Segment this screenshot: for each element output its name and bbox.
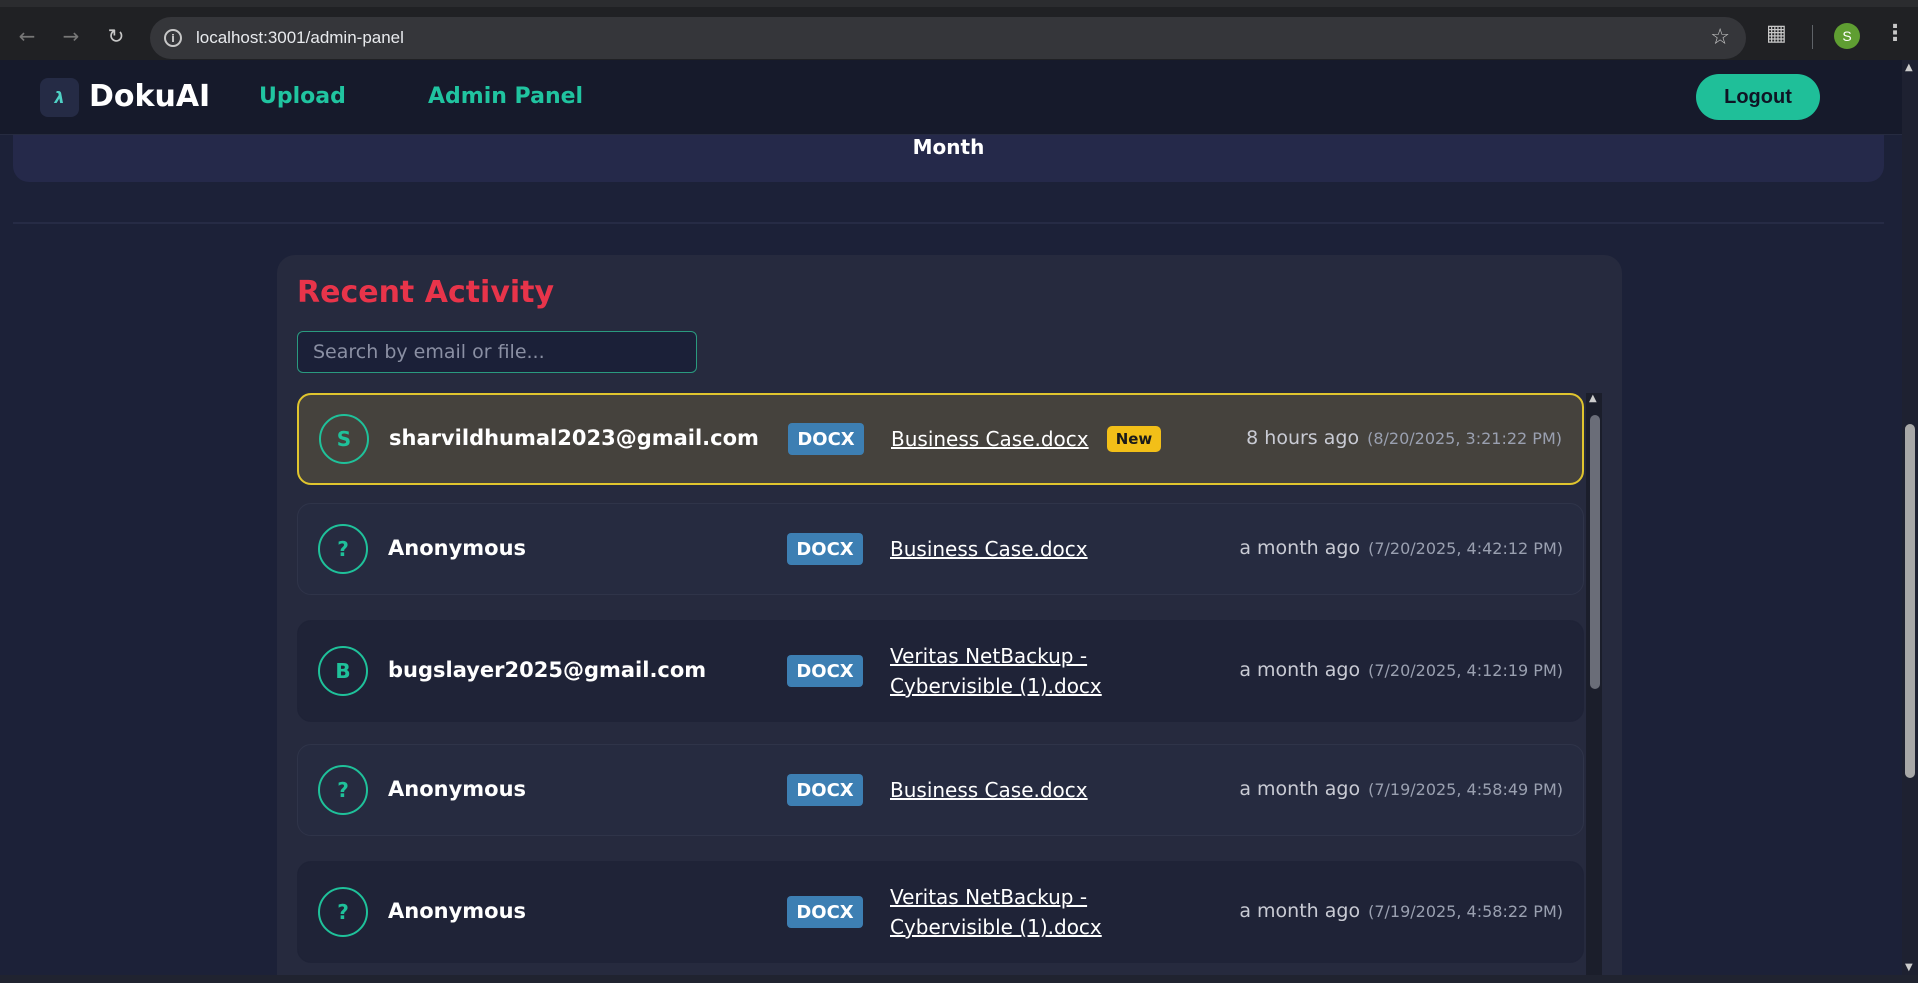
page-scrollbar[interactable]: ▲ ▼ <box>1902 60 1918 975</box>
search-input[interactable] <box>297 331 697 373</box>
file-type-badge: DOCX <box>788 423 864 455</box>
recent-activity-panel: Recent Activity S sharvildhumal2023@gmai… <box>277 255 1622 983</box>
relative-time: a month ago <box>1239 900 1361 922</box>
url-text[interactable]: localhost:3001/admin-panel <box>196 28 404 48</box>
forward-icon[interactable]: → <box>56 21 86 51</box>
toolbar-divider <box>1812 25 1813 49</box>
file-name-line: Cybervisible (1).docx <box>890 674 1102 698</box>
browser-menu-icon[interactable]: ⋮ <box>1884 21 1906 46</box>
user-email: Anonymous <box>388 899 527 923</box>
relative-time: a month ago <box>1239 778 1361 800</box>
user-email: Anonymous <box>388 777 527 801</box>
activity-list-scrollbar[interactable]: ▲ <box>1586 393 1602 983</box>
absolute-time: (8/20/2025, 3:21:22 PM) <box>1367 429 1562 448</box>
file-name-line: Veritas NetBackup - <box>890 885 1088 909</box>
absolute-time: (7/19/2025, 4:58:22 PM) <box>1368 902 1563 921</box>
file-link[interactable]: Business Case.docx <box>890 534 1088 564</box>
bookmark-star-icon[interactable]: ☆ <box>1710 25 1730 50</box>
scroll-up-icon[interactable]: ▲ <box>1905 62 1913 73</box>
address-bar[interactable]: i localhost:3001/admin-panel ☆ <box>150 17 1746 59</box>
extensions-icon[interactable]: ▦ <box>1766 21 1787 46</box>
scroll-up-icon[interactable]: ▲ <box>1589 393 1597 404</box>
activity-row[interactable]: S sharvildhumal2023@gmail.com DOCX Busin… <box>297 393 1584 485</box>
activity-row[interactable]: B bugslayer2025@gmail.com DOCX Veritas N… <box>297 620 1584 722</box>
activity-row[interactable]: ? Anonymous DOCX Veritas NetBackup - Cyb… <box>297 861 1584 963</box>
user-email: Anonymous <box>388 536 527 560</box>
absolute-time: (7/20/2025, 4:12:19 PM) <box>1368 661 1563 680</box>
file-name-line: Cybervisible (1).docx <box>890 915 1102 939</box>
absolute-time: (7/19/2025, 4:58:49 PM) <box>1368 780 1563 799</box>
timestamp: a month ago (7/20/2025, 4:12:19 PM) <box>1239 659 1563 681</box>
logo-icon: λ <box>40 78 79 117</box>
scroll-down-icon[interactable]: ▼ <box>1905 962 1913 973</box>
user-email: sharvildhumal2023@gmail.com <box>389 426 759 450</box>
section-divider <box>13 222 1884 224</box>
timestamp: a month ago (7/19/2025, 4:58:22 PM) <box>1239 900 1563 922</box>
user-avatar: B <box>318 646 368 696</box>
timestamp: a month ago (7/19/2025, 4:58:49 PM) <box>1239 778 1563 800</box>
panel-title: Recent Activity <box>297 275 555 310</box>
user-avatar: ? <box>318 765 368 815</box>
reload-icon[interactable]: ↻ <box>101 21 131 51</box>
new-badge: New <box>1107 426 1161 452</box>
logout-button[interactable]: Logout <box>1696 74 1820 120</box>
relative-time: a month ago <box>1239 659 1361 681</box>
file-type-badge: DOCX <box>787 774 863 806</box>
scrollbar-thumb[interactable] <box>1590 415 1600 689</box>
nav-upload-link[interactable]: Upload <box>259 84 346 109</box>
site-info-icon[interactable]: i <box>164 29 182 47</box>
file-link[interactable]: Veritas NetBackup - Cybervisible (1).doc… <box>890 882 1102 942</box>
file-link[interactable]: Business Case.docx <box>890 775 1088 805</box>
timestamp: a month ago (7/20/2025, 4:42:12 PM) <box>1239 537 1563 559</box>
activity-row[interactable]: ? Anonymous DOCX Business Case.docx a mo… <box>297 503 1584 595</box>
file-type-badge: DOCX <box>787 533 863 565</box>
app-header: λ DokuAI Upload Admin Panel Logout <box>0 60 1902 135</box>
relative-time: 8 hours ago <box>1246 427 1360 449</box>
timestamp: 8 hours ago (8/20/2025, 3:21:22 PM) <box>1246 427 1562 449</box>
stats-month-label: Month <box>912 135 985 159</box>
file-link[interactable]: Veritas NetBackup - Cybervisible (1).doc… <box>890 641 1102 701</box>
file-type-badge: DOCX <box>787 655 863 687</box>
back-icon[interactable]: ← <box>12 21 42 51</box>
activity-list[interactable]: S sharvildhumal2023@gmail.com DOCX Busin… <box>297 393 1584 983</box>
absolute-time: (7/20/2025, 4:42:12 PM) <box>1368 539 1563 558</box>
relative-time: a month ago <box>1239 537 1361 559</box>
user-avatar: S <box>319 414 369 464</box>
profile-avatar[interactable]: S <box>1834 23 1860 49</box>
brand-name: DokuAI <box>89 79 211 114</box>
user-avatar: ? <box>318 887 368 937</box>
browser-toolbar: ← → ↻ i localhost:3001/admin-panel ☆ ▦ S… <box>0 0 1918 60</box>
activity-row[interactable]: ? Anonymous DOCX Business Case.docx a mo… <box>297 744 1584 836</box>
stats-card: Month <box>13 135 1884 182</box>
taskbar <box>0 975 1918 983</box>
user-avatar: ? <box>318 524 368 574</box>
nav-admin-panel-link[interactable]: Admin Panel <box>428 84 583 109</box>
file-name-line: Veritas NetBackup - <box>890 644 1088 668</box>
user-email: bugslayer2025@gmail.com <box>388 658 707 682</box>
scrollbar-thumb[interactable] <box>1905 424 1915 778</box>
file-link[interactable]: Business Case.docx <box>891 424 1089 454</box>
file-type-badge: DOCX <box>787 896 863 928</box>
